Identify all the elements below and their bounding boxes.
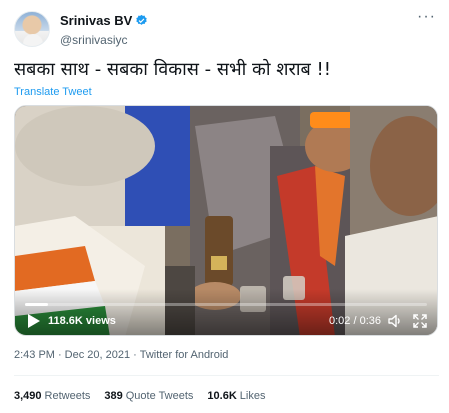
video-player[interactable]: 118.6K views 0:02 / 0:36: [14, 105, 438, 336]
quotes-count: 389: [104, 390, 123, 402]
meta-separator: ·: [57, 349, 62, 361]
video-progress-bar[interactable]: [25, 303, 427, 306]
tweet-text: सबका साथ - सबका विकास - सभी को शराब !!: [14, 59, 331, 80]
likes-label: Likes: [239, 390, 266, 402]
tweet-header: Srinivas BV @srinivasiyc ···: [14, 9, 439, 49]
author-name-row[interactable]: Srinivas BV: [60, 13, 148, 28]
tweet-metadata: 2:43 PM · Dec 20, 2021 · Twitter for Android: [14, 349, 228, 361]
author-name[interactable]: Srinivas BV: [60, 13, 132, 28]
video-views: 118.6K views: [48, 315, 116, 327]
translate-tweet-link[interactable]: Translate Tweet: [14, 86, 92, 98]
likes-count: 10.6K: [207, 390, 237, 402]
retweets-stat[interactable]: 3,490 Retweets: [14, 390, 90, 402]
author-block: Srinivas BV @srinivasiyc: [60, 12, 148, 47]
retweets-count: 3,490: [14, 390, 42, 402]
play-icon[interactable]: [27, 313, 41, 329]
tweet-date[interactable]: Dec 20, 2021: [65, 349, 130, 361]
tweet-time[interactable]: 2:43 PM: [14, 349, 55, 361]
quote-tweets-stat[interactable]: 389 Quote Tweets: [104, 390, 193, 402]
divider: [14, 375, 439, 376]
quotes-label: Quote Tweets: [125, 390, 194, 402]
fullscreen-icon[interactable]: [413, 314, 427, 328]
author-handle[interactable]: @srinivasiyc: [60, 33, 148, 47]
verified-badge-icon: [136, 14, 147, 25]
video-progress-fill: [25, 303, 48, 306]
video-controls: 118.6K views 0:02 / 0:36: [15, 289, 437, 335]
likes-stat[interactable]: 10.6K Likes: [207, 390, 265, 402]
retweets-label: Retweets: [44, 390, 91, 402]
volume-icon[interactable]: [387, 313, 403, 329]
meta-separator: ·: [133, 349, 137, 361]
tweet-source[interactable]: Twitter for Android: [140, 349, 229, 361]
avatar[interactable]: [14, 11, 50, 47]
video-time: 0:02 / 0:36: [329, 315, 381, 327]
more-options-icon[interactable]: ···: [417, 9, 435, 27]
tweet-stats: 3,490 Retweets 389 Quote Tweets 10.6K Likes: [14, 390, 265, 402]
